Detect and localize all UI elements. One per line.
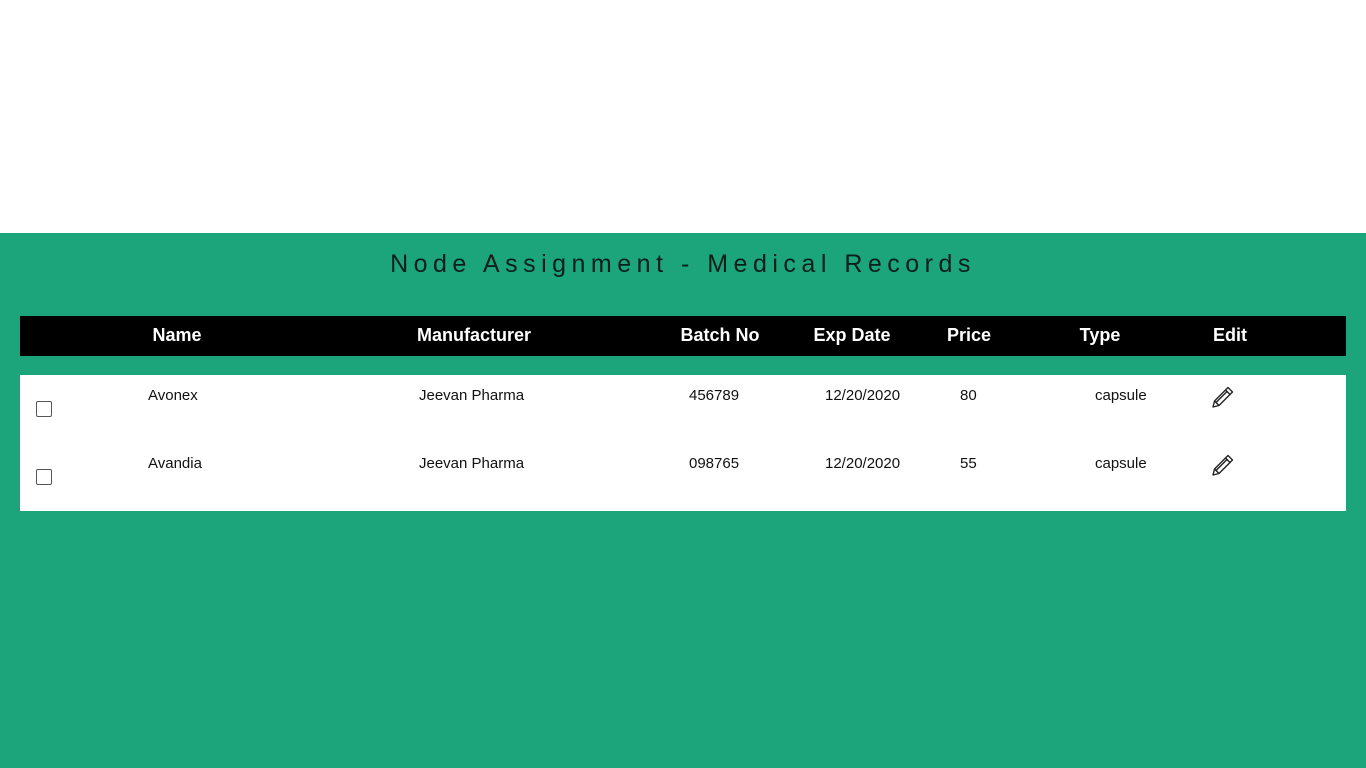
header-edit: Edit [1213,325,1247,345]
page-title: Node Assignment - Medical Records [390,250,976,278]
cell-manufacturer: Jeevan Pharma [419,455,525,472]
cell-price: 55 [960,455,977,472]
cell-exp-date: 12/20/2020 [825,455,901,472]
header-exp-date: Exp Date [813,325,891,345]
header-manufacturer: Manufacturer [416,325,532,345]
cell-batch-no: 456789 [689,387,740,404]
pencil-icon[interactable] [1209,451,1237,479]
header-batch-no: Batch No [680,325,760,345]
cell-exp-date: 12/20/2020 [825,387,901,404]
header-name: Name [152,325,202,345]
cell-type: capsule [1095,455,1147,472]
row-checkbox[interactable] [36,469,52,485]
header-price: Price [946,325,992,345]
row-checkbox[interactable] [36,401,52,417]
cell-name: Avandia [148,455,202,472]
pencil-icon[interactable] [1209,383,1237,411]
table-row: Avonex Jeevan Pharma 456789 12/20/2020 8… [20,375,1346,443]
cell-name: Avonex [148,387,198,404]
table-header: Name Manufacturer Batch No Exp Date Pric… [20,316,1346,356]
cell-price: 80 [960,387,977,404]
cell-batch-no: 098765 [689,455,740,472]
cell-manufacturer: Jeevan Pharma [419,387,525,404]
main-panel: Node Assignment - Medical Records Name M… [0,233,1366,768]
table-body: Avonex Jeevan Pharma 456789 12/20/2020 8… [20,375,1346,511]
header-type: Type [1079,325,1121,345]
top-blank-area [0,0,1366,233]
cell-type: capsule [1095,387,1147,404]
table-row: Avandia Jeevan Pharma 098765 12/20/2020 … [20,443,1346,511]
